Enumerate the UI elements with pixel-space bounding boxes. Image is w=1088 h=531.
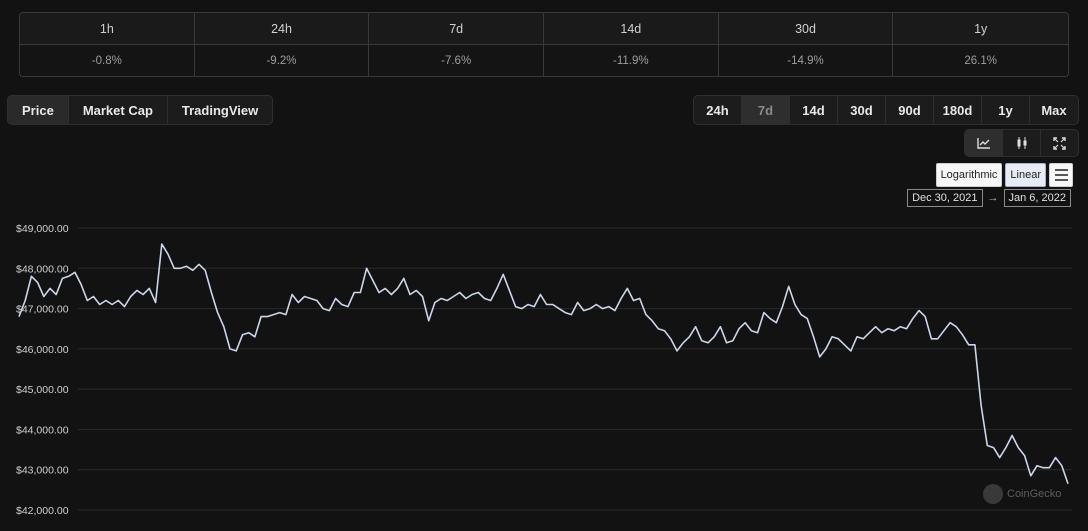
y-tick-label: $44,000.00 [16,424,69,436]
y-tick-label: $43,000.00 [16,465,69,477]
price-line-chart[interactable]: $42,000.00 $43,000.00 $44,000.00 $45,000.00… [0,0,1088,531]
y-tick-label: $45,000.00 [16,384,69,396]
y-tick-label: $48,000.00 [16,263,69,275]
coingecko-watermark: CoinGecko [983,484,1061,504]
coingecko-logo-icon [983,484,1003,504]
y-tick-label: $42,000.00 [16,505,69,517]
price-series-line [18,243,1069,485]
y-tick-label: $46,000.00 [16,344,69,356]
watermark-text: CoinGecko [1007,488,1062,500]
y-tick-label: $49,000.00 [16,223,69,235]
